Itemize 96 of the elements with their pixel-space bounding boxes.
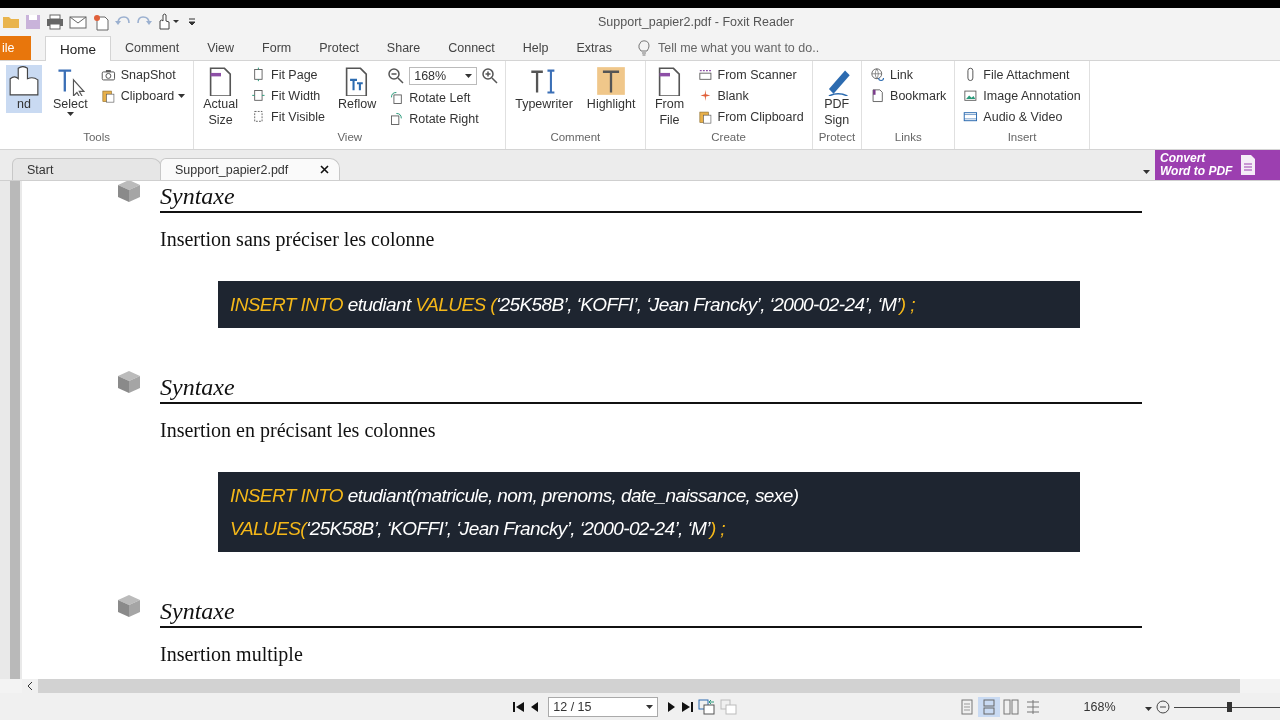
ribbon-button[interactable]: Blank [695,86,806,106]
page-number-field[interactable]: 12 / 15 [548,697,659,717]
ribbon-button[interactable]: Typewriter [512,65,576,113]
page-layout-icon [958,699,975,715]
ribbon-button[interactable]: Fit Visible [249,107,327,127]
ribbon-button[interactable]: From Scanner [695,65,806,85]
zoom-out-icon[interactable] [1156,700,1171,714]
menu-tab[interactable]: Extras [562,36,626,60]
page-layout-icon [1024,699,1041,715]
close-icon[interactable] [320,165,329,174]
group-label: View [336,131,364,145]
menu-tab[interactable]: Home [45,36,111,61]
ribbon-button[interactable]: PDF Sign [818,65,855,129]
skip-back-icon [512,701,527,713]
caret-icon [646,705,654,709]
globe-icon [870,67,887,83]
caret-icon [1145,707,1153,711]
menu-tab[interactable]: Help [508,36,563,60]
menu-tab[interactable]: Connect [434,36,509,60]
camera-icon [100,67,117,83]
convert-banner[interactable]: Convert Word to PDF [1155,150,1280,180]
document-tab[interactable]: Start [12,158,162,180]
page-layout-icon [980,699,997,715]
ribbon-button[interactable]: SnapShot [98,65,188,85]
caret-icon [1143,170,1150,174]
ribbon-button[interactable]: Fit Width [249,86,327,106]
code-line: INSERT INTO etudiant VALUES (‘25K58B’, ‘KOFFI’, ‘Jean Francky’, ‘2000-02-24’, ‘M’) ; [230,293,916,317]
group-label: Comment [549,131,602,145]
fit-width-icon [251,88,267,104]
mail-icon[interactable] [69,14,87,30]
triangle-left-icon [530,701,541,713]
menu-tab[interactable]: Comment [111,36,194,60]
menu-tab[interactable]: Protect [305,36,373,60]
ribbon-button[interactable]: Highlight [583,65,639,113]
ribbon-button[interactable]: Rotate Right [387,109,500,129]
pages-icon [720,699,739,715]
clipboard-icon [697,109,714,125]
lightbulb-icon [637,40,650,56]
ribbon-button[interactable]: From Clipboard [695,107,806,127]
cube-icon [116,369,142,395]
highlight-icon [596,66,627,96]
triangle-right-icon [666,701,677,713]
group-label: Create [710,131,747,145]
code-line: VALUES(‘25K58B’, ‘KOFFI’, ‘Jean Francky’, ‘2000-02-24’, ‘M’) ; [230,517,727,541]
print-icon[interactable] [46,14,64,30]
ribbon-button[interactable]: File Attachment [961,65,1083,85]
caret-icon [465,74,473,78]
cube-icon [116,593,142,619]
ribbon-button[interactable]: Rotate Left [387,88,500,108]
cursor-icon [55,66,86,96]
ribbon-button[interactable]: From File [651,65,688,129]
image-icon [963,88,980,104]
paragraph: Insertion sans préciser les colonne [160,227,436,251]
group-label: Links [893,131,923,145]
code-line: INSERT INTO etudiant(matricule, nom, prenoms, date_naissance, sexe) [230,484,800,508]
ribbon-button[interactable]: Clipboard [98,86,188,106]
ribbon-button[interactable]: nd [6,65,42,113]
skip-forward-icon [680,701,695,713]
hand-icon [9,66,39,96]
zoom-slider[interactable] [1174,700,1280,714]
ribbon-button[interactable]: Image Annotation [961,86,1083,106]
zoom-combo[interactable]: 168% [409,67,478,85]
menu-tab[interactable]: Share [372,36,435,60]
ribbon-button[interactable]: Reflow [335,65,380,113]
scanner-icon [697,67,714,83]
ribbon-button[interactable]: Audio & Video [961,107,1083,127]
zoom-level: 168% [1083,700,1117,714]
tell-me-field[interactable]: Tell me what you want to do.. [655,40,860,56]
new-icon[interactable] [92,13,110,31]
menu-tab[interactable]: View [193,36,249,60]
page-layout-icon [1002,699,1019,715]
ribbon-button[interactable]: Link [868,65,949,85]
group-label: Insert [1006,131,1038,145]
ribbon-button[interactable]: Bookmark [868,86,949,106]
customize-icon[interactable] [188,17,196,27]
group-label: Protect [818,131,856,145]
chevron-left-icon [27,682,33,690]
pages-icon [698,699,717,715]
zoom-out-icon[interactable] [387,67,406,85]
clipboard-icon [100,88,117,104]
ribbon-button[interactable]: Select [50,65,91,117]
view-mode-button[interactable] [977,697,1000,717]
section-heading: Syntaxe [160,182,235,211]
paragraph: Insertion multiple [160,642,304,666]
zoom-in-icon[interactable] [481,67,500,85]
section-heading: Syntaxe [160,597,235,626]
group-label: Tools [82,131,112,145]
cube-icon [116,181,142,204]
section-heading: Syntaxe [160,373,235,402]
paragraph: Insertion en précisant les colonnes [160,418,437,442]
document-icon [1240,154,1257,176]
ribbon-button[interactable]: Actual Size [200,65,241,129]
window-title: Support_papier2.pdf - Foxit Reader [598,15,794,29]
menu-tab[interactable]: Form [248,36,306,60]
document-tab[interactable]: Support_papier2.pdf [160,158,340,180]
ribbon-button[interactable]: Fit Page [249,65,327,85]
